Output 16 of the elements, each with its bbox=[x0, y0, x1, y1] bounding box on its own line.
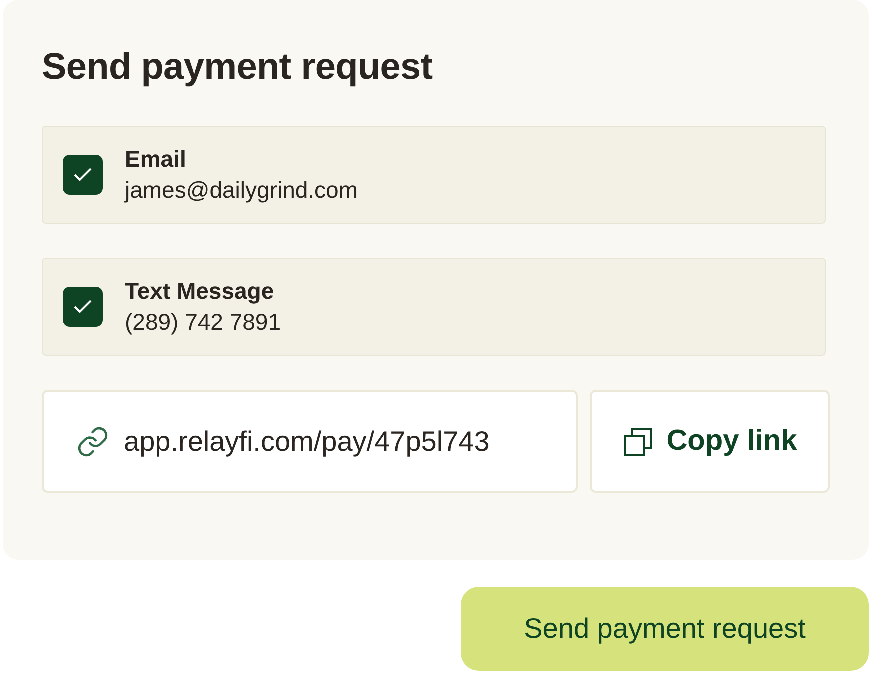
channel-option[interactable]: Text Message (289) 742 7891 bbox=[42, 258, 826, 356]
copy-icon bbox=[622, 426, 653, 456]
dialog-title: Send payment request bbox=[42, 45, 434, 89]
copy-link-button[interactable]: Copy link bbox=[590, 390, 830, 493]
channel-label: Text Message bbox=[125, 278, 276, 305]
channel-label: Email bbox=[125, 146, 188, 173]
send-request-button[interactable]: Send payment request bbox=[461, 587, 869, 671]
checkmark-icon bbox=[73, 299, 93, 315]
link-field[interactable]: app.relayfi.com/pay/47p5l743 bbox=[42, 390, 578, 493]
checkbox[interactable] bbox=[63, 155, 103, 195]
channel-option[interactable]: Email james@dailygrind.com bbox=[42, 126, 826, 224]
link-url: app.relayfi.com/pay/47p5l743 bbox=[124, 426, 490, 458]
checkbox[interactable] bbox=[63, 287, 103, 327]
checkmark-icon bbox=[73, 167, 93, 183]
channel-value: james@dailygrind.com bbox=[125, 177, 358, 204]
channel-value: (289) 742 7891 bbox=[125, 309, 282, 336]
